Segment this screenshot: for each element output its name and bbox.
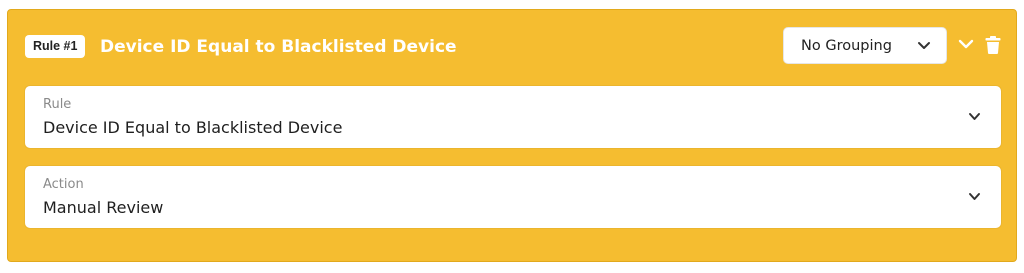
grouping-select-value: No Grouping xyxy=(801,38,892,54)
rule-title: Device ID Equal to Blacklisted Device xyxy=(100,37,457,57)
rule-select-field[interactable]: Rule Device ID Equal to Blacklisted Devi… xyxy=(25,86,1001,148)
chevron-down-icon xyxy=(918,42,930,49)
grouping-select[interactable]: No Grouping xyxy=(783,27,947,64)
trash-icon[interactable] xyxy=(985,36,1001,54)
rule-number-badge: Rule #1 xyxy=(25,35,86,58)
action-select-field[interactable]: Action Manual Review xyxy=(25,166,1001,228)
action-field-value: Manual Review xyxy=(43,198,164,217)
collapse-chevron-icon[interactable] xyxy=(958,36,974,52)
rule-header: Rule #1 Device ID Equal to Blacklisted D… xyxy=(8,10,1016,84)
rule-card: Rule #1 Device ID Equal to Blacklisted D… xyxy=(7,9,1017,262)
chevron-down-icon xyxy=(969,113,980,120)
action-field-label: Action xyxy=(43,177,84,192)
chevron-down-icon xyxy=(969,193,980,200)
rule-field-value: Device ID Equal to Blacklisted Device xyxy=(43,118,343,137)
rule-field-label: Rule xyxy=(43,97,72,112)
